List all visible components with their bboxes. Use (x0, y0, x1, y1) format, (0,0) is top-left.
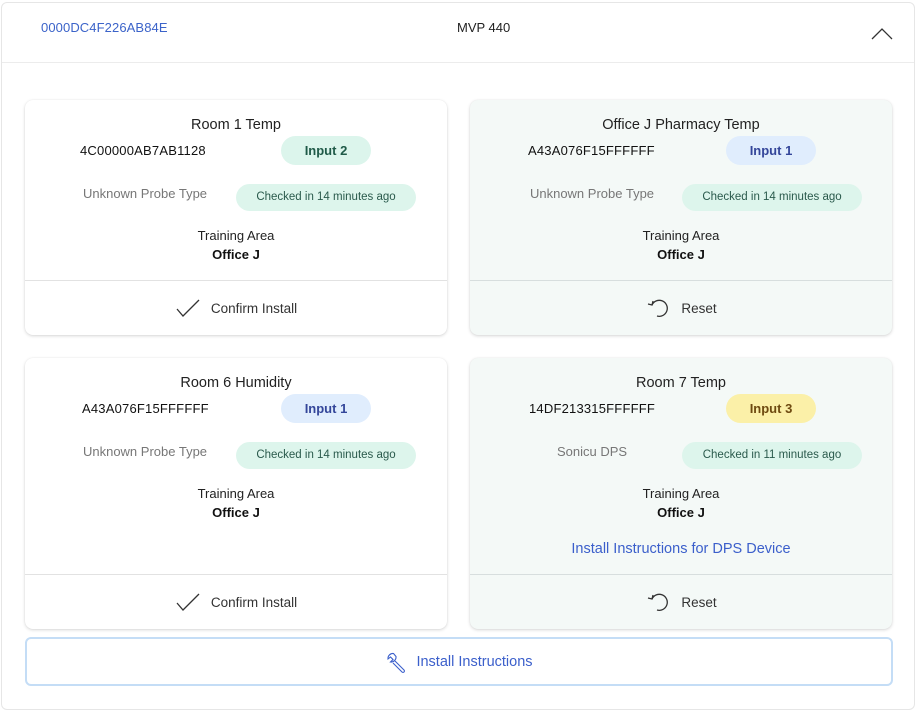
input-badge: Input 1 (281, 394, 371, 423)
probe-type: Unknown Probe Type (82, 186, 208, 201)
reset-icon (648, 593, 669, 611)
reset-label: Reset (681, 300, 717, 316)
area-value: Office J (212, 247, 260, 262)
area-label: Training Area (197, 228, 275, 243)
probe-title: Office J Pharmacy Temp (602, 117, 760, 133)
probe-type: Sonicu DPS (556, 444, 628, 459)
probe-serial: 4C00000AB7AB1128 (80, 143, 206, 158)
area-value: Office J (212, 505, 260, 520)
probe-card: Room 1 Temp 4C00000AB7AB1128 Input 2 Unk… (25, 100, 447, 335)
input-badge: Input 2 (281, 136, 371, 165)
checked-in-badge: Checked in 14 minutes ago (236, 442, 416, 469)
device-panel-header: 0000DC4F226AB84E MVP 440 (2, 3, 914, 63)
device-model: MVP 440 (457, 20, 511, 35)
probe-title: Room 7 Temp (636, 375, 726, 391)
input-badge: Input 3 (726, 394, 816, 423)
probe-serial: A43A076F15FFFFFF (528, 143, 655, 158)
collapse-button[interactable] (868, 21, 896, 45)
probe-type: Unknown Probe Type (82, 444, 208, 459)
input-badge: Input 1 (726, 136, 816, 165)
area-label: Training Area (197, 486, 275, 501)
dps-install-instructions-link[interactable]: Install Instructions for DPS Device (470, 541, 892, 557)
confirm-install-label: Confirm Install (210, 300, 298, 316)
probe-card: Room 7 Temp 14DF213315FFFFFF Input 3 Son… (470, 358, 892, 629)
area-label: Training Area (642, 486, 720, 501)
wrench-icon (387, 652, 406, 673)
reset-button[interactable]: Reset (470, 280, 892, 335)
reset-label: Reset (681, 594, 717, 610)
area-value: Office J (657, 247, 705, 262)
chevron-up-icon (871, 28, 893, 40)
device-id-link[interactable]: 0000DC4F226AB84E (41, 20, 168, 35)
probe-serial: A43A076F15FFFFFF (82, 401, 209, 416)
probe-card: Room 6 Humidity A43A076F15FFFFFF Input 1… (25, 358, 447, 629)
checked-in-badge: Checked in 11 minutes ago (682, 442, 862, 469)
area-label: Training Area (642, 228, 720, 243)
checkmark-icon (176, 299, 200, 317)
area-value: Office J (657, 505, 705, 520)
reset-icon (648, 299, 669, 317)
checked-in-badge: Checked in 14 minutes ago (682, 184, 862, 211)
checked-in-badge: Checked in 14 minutes ago (236, 184, 416, 211)
confirm-install-label: Confirm Install (210, 594, 298, 610)
confirm-install-button[interactable]: Confirm Install (25, 574, 447, 629)
install-instructions-label: Install Instructions (416, 653, 533, 670)
probe-type: Unknown Probe Type (529, 186, 655, 201)
confirm-install-button[interactable]: Confirm Install (25, 280, 447, 335)
install-instructions-button[interactable]: Install Instructions (25, 637, 893, 686)
probe-serial: 14DF213315FFFFFF (529, 401, 656, 416)
probe-title: Room 1 Temp (191, 117, 281, 133)
probe-title: Room 6 Humidity (180, 375, 292, 391)
reset-button[interactable]: Reset (470, 574, 892, 629)
probe-card: Office J Pharmacy Temp A43A076F15FFFFFF … (470, 100, 892, 335)
checkmark-icon (176, 593, 200, 611)
